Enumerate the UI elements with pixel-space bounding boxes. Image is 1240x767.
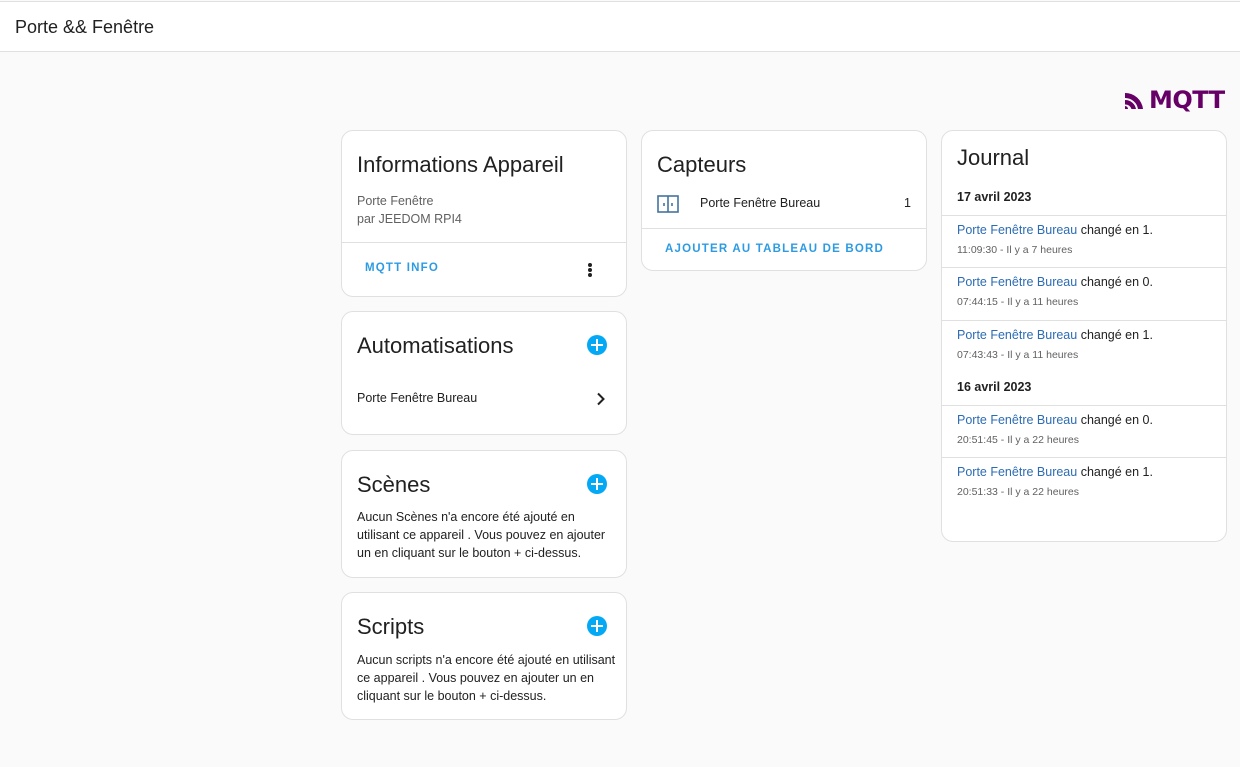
scripts-empty-text: Aucun scripts n'a encore été ajouté en u… — [357, 653, 616, 703]
top-bar: Porte && Fenêtre — [0, 1, 1240, 52]
log-date-header: 17 avril 2023 — [957, 190, 1032, 204]
page-title: Porte && Fenêtre — [15, 17, 155, 37]
log-entry-message: changé en 1. — [1080, 223, 1153, 237]
automations-title: Automatisations — [357, 333, 514, 358]
log-entry-time: 20:51:45 - Il y a 22 heures — [957, 434, 1079, 446]
mqtt-logo: MQTT — [1124, 86, 1225, 114]
door-window-icon — [657, 195, 679, 213]
mqtt-info-button[interactable]: MQTT INFO — [365, 262, 439, 274]
add-script-button[interactable] — [587, 616, 607, 636]
sensor-row[interactable]: Porte Fenêtre Bureau 1 — [642, 189, 926, 217]
add-scene-button[interactable] — [587, 474, 607, 494]
log-entry-entity-link[interactable]: Porte Fenêtre Bureau — [957, 413, 1077, 427]
device-manufacturer: par JEEDOM RPI4 — [357, 212, 462, 226]
device-info-title: Informations Appareil — [357, 152, 564, 177]
log-date-header: 16 avril 2023 — [957, 380, 1032, 394]
log-entry-time: 07:43:43 - Il y a 11 heures — [957, 349, 1079, 361]
mqtt-signal-icon — [1125, 92, 1143, 109]
automation-item-label: Porte Fenêtre Bureau — [357, 391, 478, 405]
scenes-card: Scènes Aucun Scènes n'a encore été ajout… — [341, 450, 627, 578]
scripts-card: Scripts Aucun scripts n'a encore été ajo… — [341, 592, 627, 720]
device-info-card: Informations Appareil Porte Fenêtre par … — [341, 130, 627, 297]
divider — [642, 228, 926, 229]
log-entry-message: changé en 1. — [1080, 465, 1153, 479]
scenes-title: Scènes — [357, 472, 431, 497]
sensor-value: 1 — [904, 196, 911, 210]
log-entry-time: 07:44:15 - Il y a 11 heures — [957, 296, 1079, 308]
log-entry: Porte Fenêtre Bureau changé en 0. 20:51:… — [942, 406, 1226, 457]
log-entry-entity-link[interactable]: Porte Fenêtre Bureau — [957, 465, 1077, 479]
log-entry-message: changé en 1. — [1080, 328, 1153, 342]
mqtt-logo-text: MQTT — [1149, 86, 1225, 114]
more-options-icon[interactable] — [588, 263, 592, 277]
logbook-card: Journal 17 avril 2023 Porte Fenêtre Bure… — [941, 130, 1227, 542]
log-entry-message: changé en 0. — [1080, 413, 1153, 427]
log-entry-message: changé en 0. — [1080, 275, 1153, 289]
log-entry-entity-link[interactable]: Porte Fenêtre Bureau — [957, 223, 1077, 237]
automation-item[interactable]: Porte Fenêtre Bureau — [342, 384, 626, 412]
automations-card: Automatisations Porte Fenêtre Bureau — [341, 311, 627, 435]
sensor-name: Porte Fenêtre Bureau — [700, 196, 821, 210]
log-entry: Porte Fenêtre Bureau changé en 1. 20:51:… — [942, 458, 1226, 509]
log-entry-time: 11:09:30 - Il y a 7 heures — [957, 244, 1073, 256]
add-automation-button[interactable] — [587, 335, 607, 355]
device-model: Porte Fenêtre — [357, 194, 434, 208]
log-entry-time: 20:51:33 - Il y a 22 heures — [957, 486, 1079, 498]
logbook-title: Journal — [957, 145, 1030, 170]
log-entry-entity-link[interactable]: Porte Fenêtre Bureau — [957, 328, 1077, 342]
log-entry-entity-link[interactable]: Porte Fenêtre Bureau — [957, 275, 1077, 289]
add-to-dashboard-button[interactable]: AJOUTER AU TABLEAU DE BORD — [665, 243, 884, 255]
log-entry: Porte Fenêtre Bureau changé en 0. 07:44:… — [942, 268, 1226, 319]
chevron-right-icon — [597, 392, 605, 406]
sensors-title: Capteurs — [657, 152, 747, 177]
divider — [342, 242, 626, 243]
log-entry: Porte Fenêtre Bureau changé en 1. 07:43:… — [942, 321, 1226, 372]
scripts-title: Scripts — [357, 614, 425, 639]
sensors-card: Capteurs Porte Fenêtre Bureau 1 AJOUTER … — [641, 130, 927, 271]
scenes-empty-text: Aucun Scènes n'a encore été ajouté en ut… — [357, 510, 606, 560]
log-entry: Porte Fenêtre Bureau changé en 1. 11:09:… — [942, 216, 1226, 267]
